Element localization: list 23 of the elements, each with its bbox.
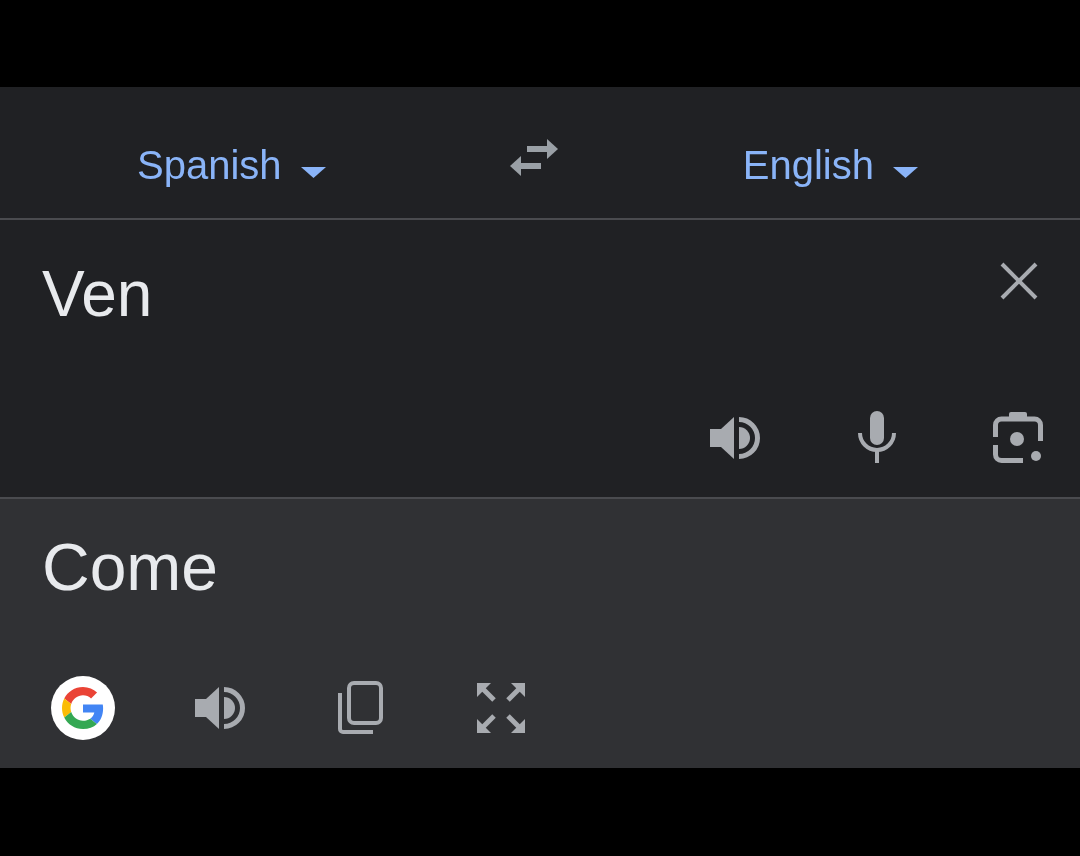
close-icon [1000, 262, 1038, 300]
clear-button[interactable] [1000, 262, 1038, 300]
target-language-button[interactable]: English [742, 144, 918, 185]
fullscreen-button[interactable] [477, 683, 525, 733]
caret-icon [893, 167, 918, 178]
caret-icon [300, 167, 326, 178]
listen-button[interactable] [710, 414, 760, 462]
source-text-input[interactable]: Ven [42, 262, 153, 326]
translation-text: Come [42, 534, 219, 600]
expand-icon [477, 683, 525, 733]
source-language-button[interactable]: Spanish [137, 144, 326, 185]
voice-input-button[interactable] [857, 411, 897, 463]
speaker-icon [195, 684, 245, 732]
copy-button[interactable] [337, 681, 383, 735]
swap-icon [510, 138, 559, 177]
microphone-icon [857, 411, 897, 463]
camera-button[interactable] [993, 411, 1043, 463]
swap-languages-button[interactable] [510, 138, 559, 177]
g-logo-icon [51, 676, 115, 740]
listen-button[interactable] [195, 684, 245, 732]
speaker-icon [710, 414, 760, 462]
camera-icon [993, 411, 1043, 463]
copy-icon [337, 681, 383, 735]
